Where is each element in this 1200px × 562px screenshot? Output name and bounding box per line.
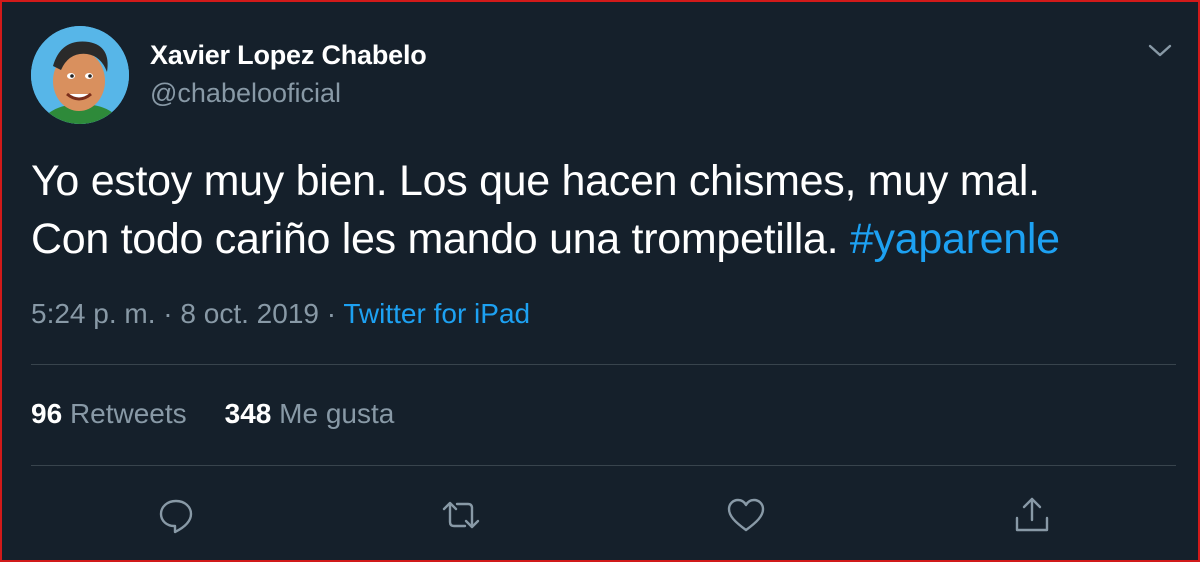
tweet-text-line-2: Con todo cariño les mando una trompetill… [31, 215, 850, 263]
likes-count: 348 [224, 398, 272, 429]
meta-separator: · [163, 298, 173, 329]
tweet-date[interactable]: 8 oct. 2019 [180, 298, 319, 329]
tweet-text-line-1: Yo estoy muy bien. Los que hacen chismes… [31, 157, 1040, 205]
tweet-text: Yo estoy muy bien. Los que hacen chismes… [31, 152, 1181, 268]
author-handle[interactable]: @chabelooficial [150, 78, 341, 109]
retweet-button[interactable] [438, 492, 484, 538]
divider [31, 364, 1176, 365]
tweet-meta: 5:24 p. m. · 8 oct. 2019 · Twitter for i… [31, 298, 530, 330]
chevron-down-icon[interactable] [1143, 34, 1177, 68]
retweets-stat[interactable]: 96 Retweets [31, 398, 187, 430]
hashtag-link[interactable]: #yaparenle [850, 215, 1060, 263]
tweet-time[interactable]: 5:24 p. m. [31, 298, 156, 329]
share-icon [1015, 497, 1049, 532]
profile-photo-icon [31, 26, 129, 124]
likes-label: Me gusta [279, 398, 395, 429]
reply-button[interactable] [153, 492, 199, 538]
retweets-label: Retweets [69, 398, 187, 429]
like-icon [727, 498, 765, 532]
divider [31, 465, 1176, 466]
tweet-card: Xavier Lopez Chabelo @chabelooficial Yo … [0, 0, 1200, 562]
avatar[interactable] [31, 26, 129, 124]
tweet-source-link[interactable]: Twitter for iPad [343, 298, 530, 329]
like-button[interactable] [723, 492, 769, 538]
retweet-icon [442, 501, 480, 529]
tweet-stats: 96 Retweets 348 Me gusta [31, 398, 394, 430]
reply-icon [159, 499, 193, 534]
share-button[interactable] [1009, 492, 1055, 538]
likes-stat[interactable]: 348 Me gusta [225, 398, 395, 430]
meta-separator: · [326, 298, 337, 329]
author-name[interactable]: Xavier Lopez Chabelo [150, 40, 427, 71]
retweets-count: 96 [31, 398, 63, 429]
